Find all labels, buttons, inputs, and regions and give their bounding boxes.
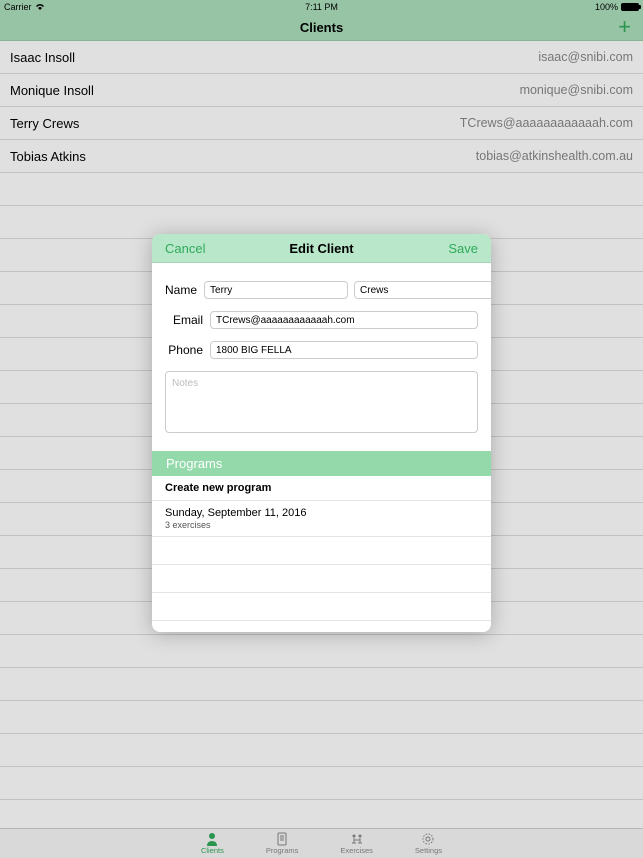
phone-input[interactable]: [210, 341, 478, 359]
first-name-input[interactable]: [204, 281, 348, 299]
create-program-row[interactable]: Create new program: [152, 476, 491, 501]
last-name-input[interactable]: [354, 281, 491, 299]
modal-header: Cancel Edit Client Save: [152, 234, 491, 263]
email-input[interactable]: [210, 311, 478, 329]
programs-section-header: Programs: [152, 451, 491, 476]
empty-program-row: [152, 593, 491, 621]
modal-overlay: Cancel Edit Client Save Name Email Phone: [0, 0, 643, 858]
notes-textarea[interactable]: [165, 371, 478, 433]
program-item-row[interactable]: Sunday, September 11, 2016 3 exercises: [152, 501, 491, 537]
cancel-button[interactable]: Cancel: [165, 241, 205, 256]
program-date: Sunday, September 11, 2016: [165, 507, 478, 519]
empty-program-row: [152, 565, 491, 593]
empty-program-row: [152, 537, 491, 565]
name-label: Name: [165, 283, 197, 297]
program-subtitle: 3 exercises: [165, 520, 478, 530]
create-program-label: Create new program: [165, 482, 271, 494]
phone-label: Phone: [165, 343, 203, 357]
save-button[interactable]: Save: [448, 241, 478, 256]
modal-title: Edit Client: [289, 241, 353, 256]
email-label: Email: [165, 313, 203, 327]
edit-client-modal: Cancel Edit Client Save Name Email Phone: [152, 234, 491, 632]
modal-body: Name Email Phone: [152, 263, 491, 451]
